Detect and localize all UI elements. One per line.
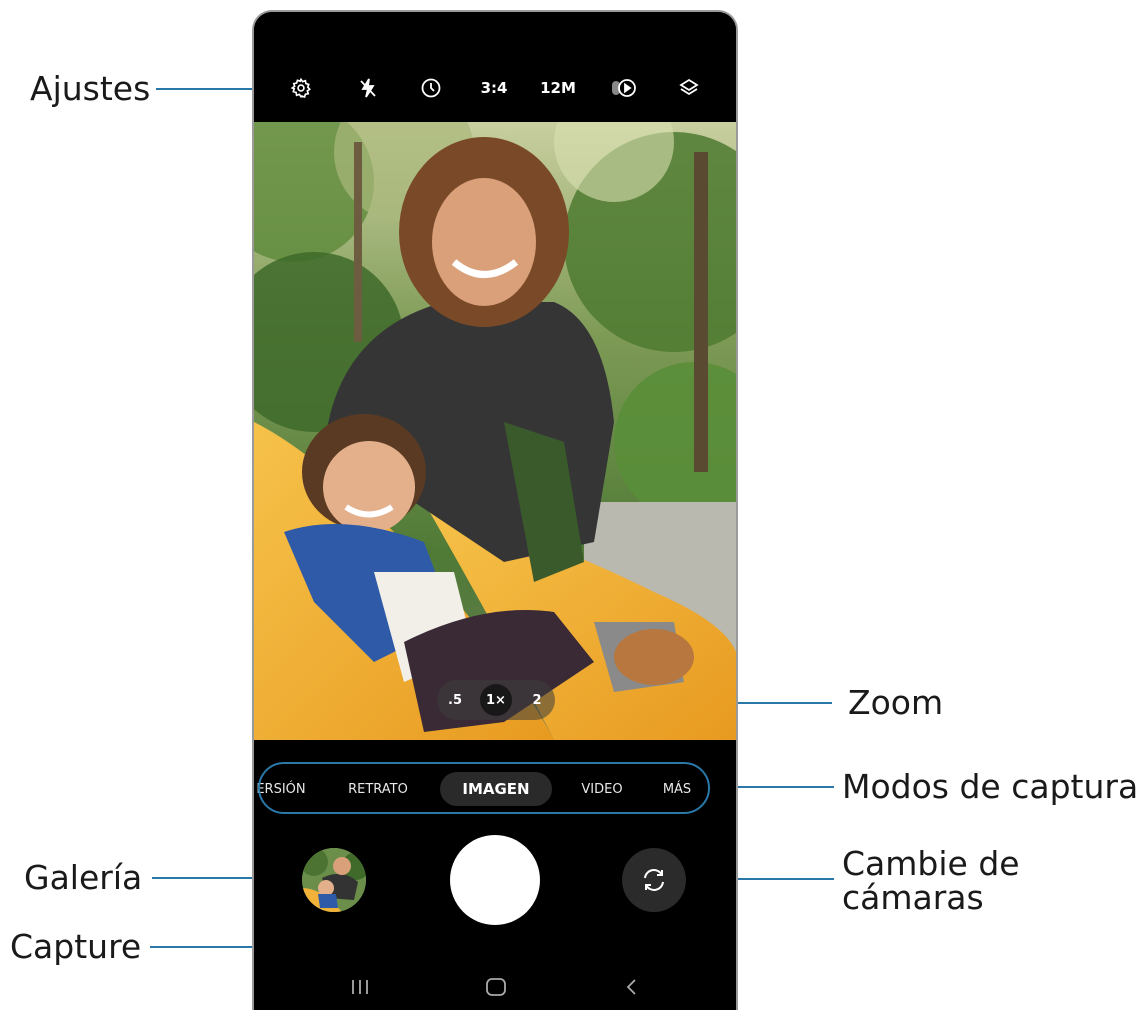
motion-photo-icon[interactable] [609,74,641,102]
callout-switch-cameras-2: cámaras [842,878,984,917]
flash-off-icon[interactable] [354,74,382,102]
zoom-option-0.5[interactable]: .5 [439,684,471,716]
zoom-option-2x[interactable]: 2 [521,684,553,716]
camera-viewfinder[interactable] [254,122,736,740]
callout-shooting-modes: Modos de captura [842,767,1139,806]
gallery-thumbnail-image [302,848,366,912]
callout-settings: Ajustes [30,69,151,108]
shooting-modes-highlight [258,762,710,814]
camera-top-bar: 3:4 12M [254,12,736,122]
home-icon[interactable] [476,972,516,1002]
zoom-selector: .5 1× 2 [437,680,555,720]
camera-switch-button[interactable] [622,848,686,912]
camera-switch-icon [644,869,664,891]
resolution-button[interactable]: 12M [538,74,578,102]
system-navbar [254,964,736,1010]
callout-capture: Capture [10,927,142,966]
timer-icon[interactable] [417,74,445,102]
viewfinder-scene [254,122,736,740]
phone-screen: 3:4 12M .5 1× 2 ERSIÓN RETRATO IMAGEN VI… [254,12,736,1010]
zoom-option-1x[interactable]: 1× [480,684,512,716]
back-icon[interactable] [612,972,652,1002]
shutter-button[interactable] [450,835,540,925]
recents-icon[interactable] [340,972,380,1002]
callout-gallery: Galería [24,858,143,897]
gear-icon[interactable] [287,74,315,102]
gallery-thumbnail[interactable] [302,848,366,912]
callout-switch-cameras-1: Cambie de [842,844,1020,883]
callout-zoom: Zoom [848,683,944,722]
layers-icon[interactable] [675,74,703,102]
ratio-button[interactable]: 3:4 [476,74,512,102]
